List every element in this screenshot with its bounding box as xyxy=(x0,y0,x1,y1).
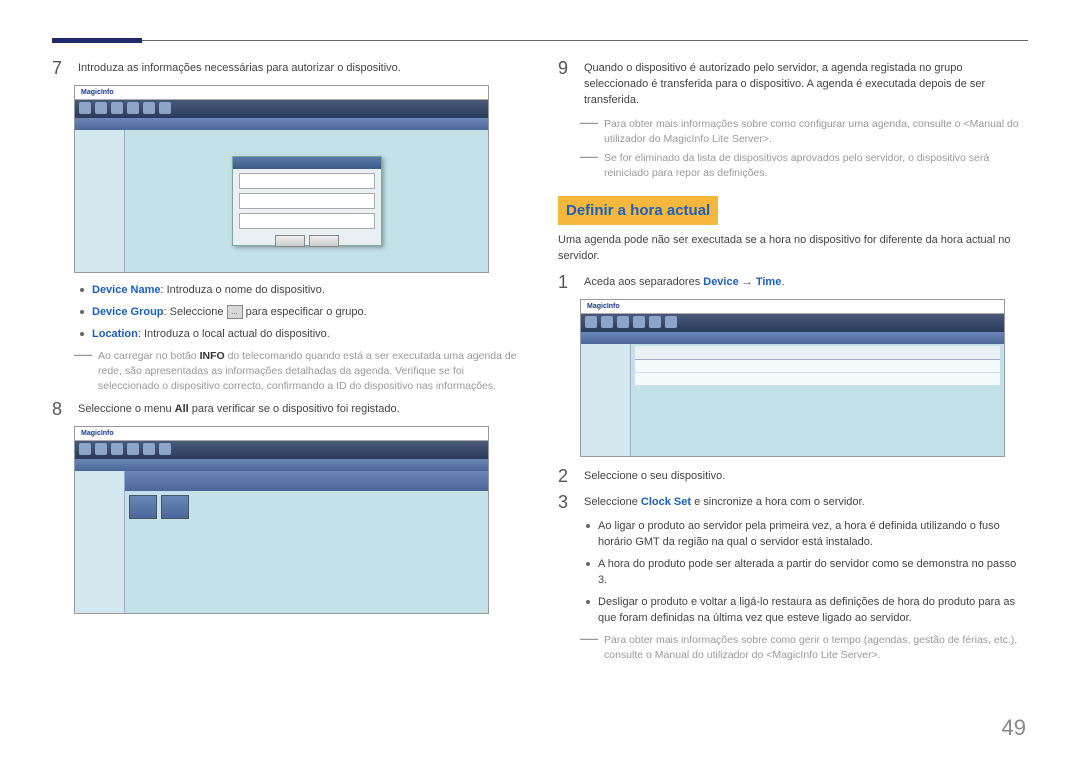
right-column: 9 Quando o dispositivo é autorizado pelo… xyxy=(558,59,1028,667)
step-text: Introduza as informações necessárias par… xyxy=(78,59,401,77)
dash-icon: ― xyxy=(74,349,92,395)
screenshot-all-devices: MagicInfo xyxy=(74,426,489,614)
label-device-name: Device Name xyxy=(92,284,161,296)
section-heading-time: Definir a hora actual xyxy=(558,196,718,226)
text-device-group-a: : Seleccione xyxy=(164,306,227,318)
note-end-text: Para obter mais informações sobre como g… xyxy=(604,633,1028,663)
time-bullet-1: Ao ligar o produto ao servidor pela prim… xyxy=(586,519,1028,551)
note-9b: ― Se for eliminado da lista de dispositi… xyxy=(580,151,1028,181)
step-number: 3 xyxy=(558,493,574,511)
dash-icon: ― xyxy=(580,151,598,181)
approve-dialog xyxy=(232,156,382,246)
time-bullet-3: Desligar o produto e voltar a ligá-lo re… xyxy=(586,595,1028,627)
step9-text: Quando o dispositivo é autorizado pelo s… xyxy=(584,59,1028,109)
t3-b: e sincronize a hora com o servidor. xyxy=(691,496,865,508)
note-9b-text: Se for eliminado da lista de dispositivo… xyxy=(604,151,1028,181)
bullet-dot-icon xyxy=(80,332,84,336)
time-b1-text: Ao ligar o produto ao servidor pela prim… xyxy=(598,519,1028,551)
bullet-location: Location: Introduza o local actual do di… xyxy=(80,327,522,343)
time-b3-text: Desligar o produto e voltar a ligá-lo re… xyxy=(598,595,1028,627)
note-end: ― Para obter mais informações sobre como… xyxy=(580,633,1028,663)
dash-icon: ― xyxy=(580,633,598,663)
step-number: 7 xyxy=(52,59,68,77)
step-number: 2 xyxy=(558,467,574,485)
dash-icon: ― xyxy=(580,117,598,147)
bullet-dot-icon xyxy=(80,288,84,292)
note-info-bold: INFO xyxy=(200,350,225,362)
page-container: 7 Introduza as informações necessárias p… xyxy=(0,0,1080,697)
t1-a: Aceda aos separadores xyxy=(584,276,703,288)
text-device-name: : Introduza o nome do dispositivo. xyxy=(161,284,325,296)
device-fields-list: Device Name: Introduza o nome do disposi… xyxy=(80,283,522,343)
text-device-group-b: para especificar o grupo. xyxy=(243,306,367,318)
note-info-button: ― Ao carregar no botão INFO do telecoman… xyxy=(74,349,522,395)
two-column-layout: 7 Introduza as informações necessárias p… xyxy=(52,59,1028,667)
step8-bold: All xyxy=(175,403,189,415)
section-intro: Uma agenda pode não ser executada se a h… xyxy=(558,233,1028,265)
bullet-dot-icon xyxy=(586,562,590,566)
time-bullet-2: A hora do produto pode ser alterada a pa… xyxy=(586,557,1028,589)
step-8: 8 Seleccione o menu All para verificar s… xyxy=(52,400,522,418)
label-device-group: Device Group xyxy=(92,306,164,318)
time-step-3: 3 Seleccione Clock Set e sincronize a ho… xyxy=(558,493,1028,511)
time-b2-text: A hora do produto pode ser alterada a pa… xyxy=(598,557,1028,589)
screenshot-logo: MagicInfo xyxy=(75,86,488,100)
left-column: 7 Introduza as informações necessárias p… xyxy=(52,59,522,667)
bullet-device-group: Device Group: Seleccione ... para especi… xyxy=(80,305,522,321)
bullet-dot-icon xyxy=(80,310,84,314)
label-location: Location xyxy=(92,328,138,340)
page-number: 49 xyxy=(1002,715,1026,741)
step-number: 9 xyxy=(558,59,574,109)
t1-device: Device xyxy=(703,276,738,288)
step8-a: Seleccione o menu xyxy=(78,403,175,415)
t1-time: Time xyxy=(756,276,781,288)
step-7: 7 Introduza as informações necessárias p… xyxy=(52,59,522,77)
bullet-dot-icon xyxy=(586,600,590,604)
screenshot-logo: MagicInfo xyxy=(581,300,1004,314)
time-step-1: 1 Aceda aos separadores Device → Time. xyxy=(558,273,1028,291)
t3-a: Seleccione xyxy=(584,496,641,508)
ellipsis-button-icon: ... xyxy=(227,305,243,319)
time-bullets: Ao ligar o produto ao servidor pela prim… xyxy=(586,519,1028,627)
step-9: 9 Quando o dispositivo é autorizado pelo… xyxy=(558,59,1028,109)
screenshot-logo: MagicInfo xyxy=(75,427,488,441)
time-step-2: 2 Seleccione o seu dispositivo. xyxy=(558,467,1028,485)
note-9a: ― Para obter mais informações sobre como… xyxy=(580,117,1028,147)
step-number: 8 xyxy=(52,400,68,418)
step-number: 1 xyxy=(558,273,574,291)
note-9a-text: Para obter mais informações sobre como c… xyxy=(604,117,1028,147)
bullet-device-name: Device Name: Introduza o nome do disposi… xyxy=(80,283,522,299)
t2-text: Seleccione o seu dispositivo. xyxy=(584,467,725,485)
step8-b: para verificar se o dispositivo foi regi… xyxy=(189,403,400,415)
t1-end: . xyxy=(781,276,784,288)
text-location: : Introduza o local actual do dispositiv… xyxy=(138,328,330,340)
screenshot-device-time: MagicInfo xyxy=(580,299,1005,457)
note-info-a: Ao carregar no botão xyxy=(98,350,200,362)
t1-arrow: → xyxy=(739,276,756,288)
header-rule xyxy=(52,40,1028,41)
screenshot-approve-device: MagicInfo xyxy=(74,85,489,273)
t3-clock: Clock Set xyxy=(641,496,691,508)
bullet-dot-icon xyxy=(586,524,590,528)
